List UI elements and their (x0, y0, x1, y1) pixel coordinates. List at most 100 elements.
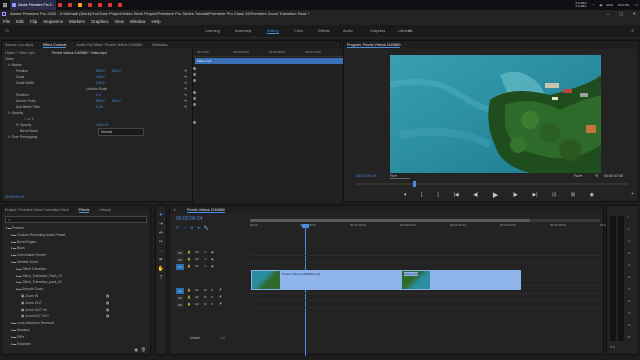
slip-tool-icon[interactable]: ↔ (159, 248, 164, 254)
step-back-icon[interactable]: ◀| (473, 192, 478, 198)
project-tab-1[interactable]: Effects (78, 208, 90, 213)
step-forward-icon[interactable]: |▶ (513, 192, 518, 198)
effects-tree-item[interactable]: ▣ Zoom OUT ▦ (21, 300, 109, 306)
workspace-editing[interactable]: Editing (267, 29, 279, 34)
source-patch-a1[interactable]: A1 (176, 288, 184, 294)
sequence-tab[interactable]: Pexels Videos 2169880 (187, 208, 225, 213)
nest-icon[interactable]: ↻ (176, 225, 179, 230)
program-timecode[interactable]: 00:00:09:24 (356, 174, 376, 178)
source-patch-a3[interactable]: A3 (176, 302, 184, 308)
tab-2[interactable]: Audio Clip Mixer: Pexels Videos 2169880 (76, 43, 142, 47)
effects-tree-item[interactable]: ▸▬ Lens Distortion Removal (11, 320, 54, 326)
settings-wrench-icon[interactable]: ⚙ (595, 173, 599, 178)
goto-in-icon[interactable]: |◀ (453, 192, 458, 198)
track-lock-icon[interactable]: 🔒 (187, 288, 191, 292)
effect-controls-timecode[interactable]: 00:00:09:24 (5, 195, 24, 199)
track-select-icon[interactable]: ⇥ (159, 221, 163, 227)
voiceover-record-icon[interactable]: 🎤 (218, 302, 222, 306)
taskbar-app-5[interactable] (86, 0, 96, 10)
program-monitor-tab[interactable]: Program: Pexels Videos 2169880 (347, 43, 401, 48)
effects-tree-item[interactable]: ▸▬ Smooth Zoom (16, 286, 43, 292)
menu-window[interactable]: Window (130, 19, 146, 24)
effects-tree-item[interactable]: ▸▬ Convolution Kernel (11, 252, 46, 258)
search-icon[interactable]: ⌕ (631, 28, 634, 34)
home-icon[interactable]: ⌂ (5, 28, 9, 34)
voiceover-record-icon[interactable]: 🎤 (218, 295, 222, 299)
volume-icon[interactable]: ◀) (599, 3, 602, 7)
effects-tree-item[interactable]: ▸▬ Presets (6, 225, 24, 231)
effects-tree-item[interactable]: ▸▬ PiPs (11, 334, 24, 340)
source-patch-v2[interactable]: V2 (176, 257, 184, 263)
menu-graphics[interactable]: Graphics (91, 19, 109, 24)
mute-button[interactable]: M (204, 295, 207, 299)
timeline-zoom-scroll[interactable] (250, 219, 600, 222)
selection-tool-icon[interactable]: ➤ (159, 212, 163, 218)
wifi-icon[interactable]: ◠ (593, 3, 596, 7)
toggle-output-icon[interactable]: ◉ (211, 264, 214, 268)
resolution-dropdown[interactable]: Full ▾ (574, 174, 582, 178)
solo-buttons[interactable]: S S (610, 345, 615, 349)
solo-button[interactable]: S (211, 302, 213, 306)
track-lane-a2[interactable] (250, 295, 600, 301)
menu-edit[interactable]: Edit (16, 19, 24, 24)
windows-start-icon[interactable]: ⊞ (0, 0, 10, 10)
timeline-clip[interactable]: Pexels Videos 2169880.mp4 (251, 270, 401, 290)
marker-icon[interactable]: ▾ (404, 192, 407, 198)
taskbar-app-8[interactable] (116, 0, 126, 10)
effects-tree-item[interactable]: ▸▬ Mehadi Zoom (11, 259, 38, 265)
program-video-frame[interactable] (390, 55, 601, 173)
taskbar-app-7[interactable] (106, 0, 116, 10)
razor-tool-icon[interactable]: ✂ (159, 239, 163, 245)
track-lock-icon[interactable]: 🔒 (187, 264, 191, 268)
export-frame-icon[interactable]: ◉ (590, 192, 594, 198)
type-tool-icon[interactable]: T (159, 275, 162, 281)
workspace-effects[interactable]: Effects (318, 29, 330, 33)
menu-sequence[interactable]: Sequence (43, 19, 63, 24)
blend-mode-dropdown[interactable]: Normal (98, 128, 144, 136)
solo-button[interactable]: S (211, 288, 213, 292)
taskbar-app-6[interactable] (96, 0, 106, 10)
effects-search-input[interactable]: ⌕ (5, 216, 147, 223)
workspace-audio[interactable]: Audio (343, 29, 353, 33)
mute-button[interactable]: M (204, 302, 207, 306)
effects-tree-item[interactable]: ▸▬ Mosaics (11, 327, 29, 333)
close-tab-icon[interactable]: ✕ (173, 208, 176, 212)
ellipse-mask-icon[interactable]: ○ (24, 117, 26, 121)
button-editor-icon[interactable]: + (631, 191, 634, 197)
clock[interactable]: 8:04 PM (618, 3, 629, 7)
hand-tool-icon[interactable]: ✋ (158, 266, 164, 272)
source-patch-a2[interactable]: A2 (176, 295, 184, 301)
insert-icon[interactable]: ⊡ (552, 192, 556, 198)
play-icon[interactable]: ▶ (493, 191, 498, 199)
menu-view[interactable]: View (114, 19, 123, 24)
sync-lock-icon[interactable]: ▭ (204, 250, 207, 254)
timeline-clip[interactable]: Video.mp4 (401, 270, 521, 290)
close-button[interactable]: ✕ (633, 10, 636, 18)
minimize-button[interactable]: — (606, 10, 610, 18)
menu-clip[interactable]: Clip (30, 19, 38, 24)
delete-icon[interactable]: 🗑 (141, 347, 146, 352)
toggle-output-icon[interactable]: ◉ (211, 257, 214, 261)
workspace-assembly[interactable]: Assembly (235, 29, 251, 33)
taskbar-app-4[interactable] (76, 0, 86, 10)
fx-opacity-row[interactable]: fx Opacity (8, 110, 23, 116)
effects-tree-item[interactable]: ▸▬ Glitch Transition (16, 266, 46, 272)
solo-button[interactable]: S (211, 295, 213, 299)
workspace-more-icon[interactable]: » (409, 28, 412, 34)
mute-button[interactable]: M (204, 288, 207, 292)
effects-tree-item[interactable]: ▸▬ Solarizes (11, 341, 31, 347)
workspace-graphics[interactable]: Graphics (370, 29, 385, 33)
pen-tool-icon[interactable]: ✒ (159, 257, 163, 263)
track-lane-a3[interactable] (250, 302, 600, 308)
sync-lock-icon[interactable]: ▭ (204, 264, 207, 268)
program-playhead[interactable] (413, 181, 417, 187)
track-lane-v3[interactable] (250, 250, 600, 256)
timeline-timecode[interactable]: 00:00:09:24 (176, 216, 202, 222)
goto-out-icon[interactable]: ▶| (532, 192, 537, 198)
snap-icon[interactable]: ∩ (183, 225, 186, 230)
workspace-learning[interactable]: Learning (205, 29, 220, 33)
track-lock-icon[interactable]: 🔒 (187, 257, 191, 261)
fx-time-remap-row[interactable]: fx Time Remapping (8, 134, 37, 140)
effects-tree-item[interactable]: ▣ ZoomOUT OUT ▦ (21, 313, 109, 319)
new-bin-icon[interactable]: ▣ (134, 347, 138, 352)
